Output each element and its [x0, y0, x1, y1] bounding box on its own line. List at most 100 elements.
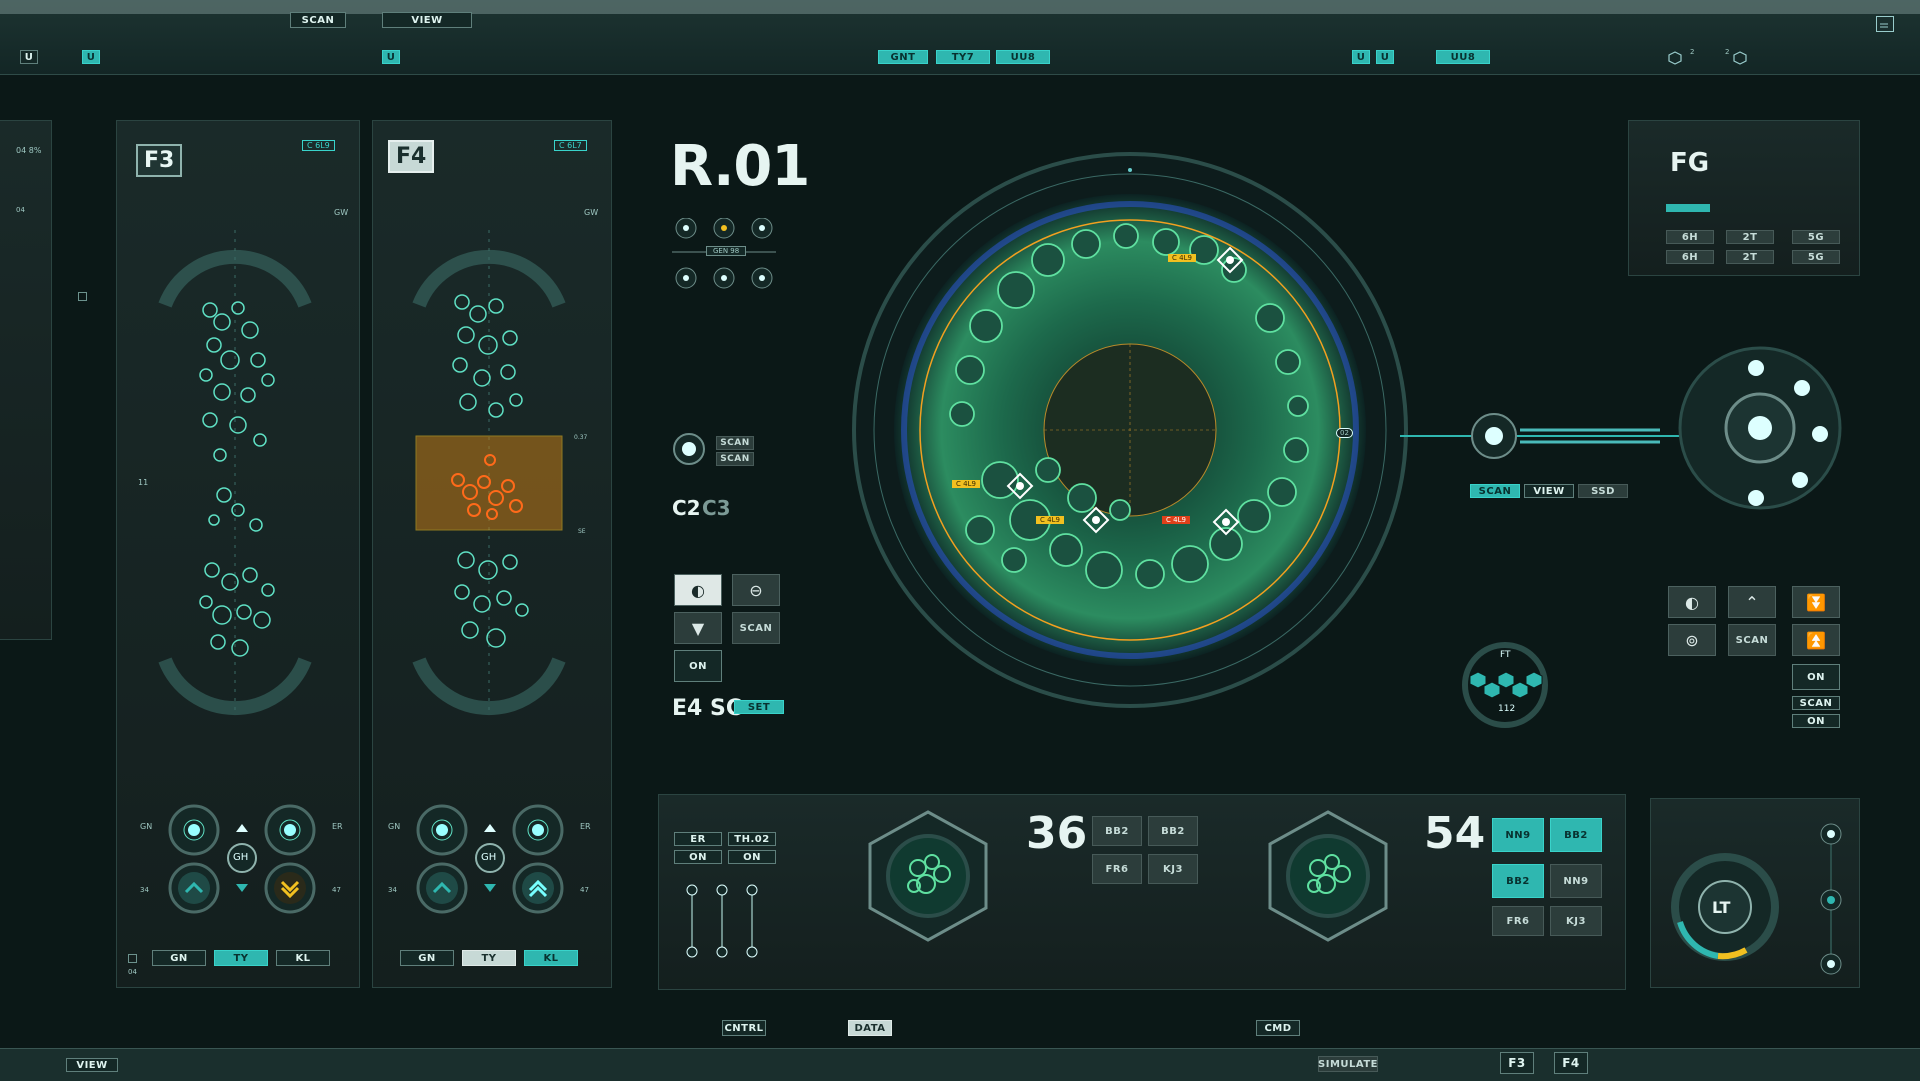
- panel-f4-tab-ty[interactable]: TY: [462, 950, 516, 966]
- right-overlap-button[interactable]: ⊚: [1668, 624, 1716, 656]
- right-grid-2t-1[interactable]: 2T: [1726, 230, 1774, 244]
- bottom-code-b3[interactable]: BB2: [1492, 864, 1544, 898]
- scope-target-marker-3[interactable]: [1212, 508, 1240, 536]
- right-grid-5g-1[interactable]: 5G: [1792, 230, 1840, 244]
- center-c2: C2: [672, 496, 701, 520]
- panel-f3-gh-dial-cluster[interactable]: [160, 800, 340, 920]
- bottom-code-b5[interactable]: FR6: [1492, 906, 1544, 936]
- top-strip: [0, 0, 1920, 14]
- right-scan-button-3[interactable]: SCAN: [1792, 696, 1840, 710]
- panel-f4-er-label: ER: [580, 822, 591, 831]
- top-u-button-3[interactable]: U: [382, 50, 400, 64]
- left-checkbox[interactable]: [78, 292, 87, 301]
- right-lt-label: LT: [1712, 898, 1731, 917]
- overlap-circles-icon: ⊚: [1685, 630, 1699, 650]
- bottom-cmd-button[interactable]: CMD: [1256, 1020, 1300, 1036]
- center-target-knob[interactable]: [672, 432, 706, 466]
- right-fg-bar: [1666, 204, 1710, 212]
- bottom-f4-tab[interactable]: F4: [1554, 1052, 1588, 1074]
- right-scan-button[interactable]: SCAN: [1470, 484, 1520, 498]
- center-scan-button-2[interactable]: SCAN: [716, 452, 754, 466]
- panel-f3-checkbox[interactable]: [128, 954, 137, 963]
- top-u-button-2[interactable]: U: [82, 50, 100, 64]
- scope-label-3: C 4L9: [1036, 516, 1064, 524]
- bottom-code-b4[interactable]: NN9: [1550, 864, 1602, 898]
- center-set-button[interactable]: SET: [734, 700, 784, 714]
- center-minus-button[interactable]: ⊖: [732, 574, 780, 606]
- panel-f3-tab-ty[interactable]: TY: [214, 950, 268, 966]
- scope-target-marker-1[interactable]: [1006, 472, 1034, 500]
- bottom-code-b2[interactable]: BB2: [1550, 818, 1602, 852]
- right-grid-6h-2[interactable]: 6H: [1666, 250, 1714, 264]
- bottom-data-button[interactable]: DATA: [848, 1020, 892, 1036]
- right-on-button-2[interactable]: ON: [1792, 714, 1840, 728]
- right-up-circle-button[interactable]: ⌃: [1728, 586, 1776, 618]
- right-double-down-button[interactable]: ⏬: [1792, 586, 1840, 618]
- bottom-simulate-button[interactable]: SIMULATE: [1318, 1056, 1378, 1072]
- right-on-button-1[interactable]: ON: [1792, 664, 1840, 690]
- center-on-button[interactable]: ON: [674, 650, 722, 682]
- center-scan-button-3[interactable]: SCAN: [732, 612, 780, 644]
- hex-icon-right[interactable]: [1733, 50, 1747, 65]
- center-down-button[interactable]: ▼: [674, 612, 722, 644]
- bottom-code-a1[interactable]: BB2: [1092, 816, 1142, 846]
- tab-uu8[interactable]: UU8: [996, 50, 1050, 64]
- bottom-view-button[interactable]: VIEW: [66, 1058, 118, 1072]
- panel-f4-34: 34: [388, 886, 397, 894]
- top-count-left: 2: [1690, 48, 1695, 56]
- right-view-button[interactable]: VIEW: [1524, 484, 1574, 498]
- bottom-code-a2[interactable]: BB2: [1148, 816, 1198, 846]
- right-grid-2t-2[interactable]: 2T: [1726, 250, 1774, 264]
- bottom-code-a3[interactable]: FR6: [1092, 854, 1142, 884]
- tab-uu8-right[interactable]: UU8: [1436, 50, 1490, 64]
- tab-ty7[interactable]: TY7: [936, 50, 990, 64]
- right-scan-button-2[interactable]: SCAN: [1728, 624, 1776, 656]
- panel-f4-gh: GH: [481, 852, 497, 863]
- hex-icon-left[interactable]: [1668, 50, 1682, 65]
- panel-f3-tab-kl[interactable]: KL: [276, 950, 330, 966]
- right-orbit-node[interactable]: [1672, 340, 1848, 516]
- right-grid-6h-1[interactable]: 6H: [1666, 230, 1714, 244]
- right-double-up-button[interactable]: ⏫: [1792, 624, 1840, 656]
- bottom-on-button-2[interactable]: ON: [728, 850, 776, 864]
- tab-gnt[interactable]: GNT: [878, 50, 928, 64]
- bottom-code-b1[interactable]: NN9: [1492, 818, 1544, 852]
- panel-f4-tab-gn[interactable]: GN: [400, 950, 454, 966]
- panel-f3-code: C 6L9: [302, 140, 335, 151]
- bottom-code-b6[interactable]: KJ3: [1550, 906, 1602, 936]
- scope-target-marker-4[interactable]: [1216, 246, 1244, 274]
- panel-f4-cell-column: [404, 210, 574, 730]
- panel-f4-tag: F4: [388, 140, 435, 173]
- bottom-cntrl-button[interactable]: CNTRL: [722, 1020, 766, 1036]
- scope-target-marker-2[interactable]: [1082, 506, 1110, 534]
- right-node-rail[interactable]: [1816, 820, 1846, 980]
- top-u-button-5[interactable]: U: [1376, 50, 1394, 64]
- panel-f3-tab-gn[interactable]: GN: [152, 950, 206, 966]
- panel-f4-gh-dial-cluster[interactable]: [408, 800, 588, 920]
- right-ssd-button[interactable]: SSD: [1578, 484, 1628, 498]
- center-contrast-button[interactable]: ◐: [674, 574, 722, 606]
- bottom-sliders[interactable]: [682, 880, 762, 960]
- top-scan-button[interactable]: SCAN: [290, 12, 346, 28]
- right-grid-5g-2[interactable]: 5G: [1792, 250, 1840, 264]
- center-dial-row[interactable]: [672, 217, 776, 294]
- bottom-on-button-1[interactable]: ON: [674, 850, 722, 864]
- right-contrast-button[interactable]: ◐: [1668, 586, 1716, 618]
- menu-icon[interactable]: [1876, 16, 1894, 32]
- top-u-button-4[interactable]: U: [1352, 50, 1370, 64]
- bottom-er-button[interactable]: ER: [674, 832, 722, 846]
- center-c3: C3: [702, 496, 731, 520]
- bottom-th02-button[interactable]: TH.02: [728, 832, 776, 846]
- top-u-button-1[interactable]: U: [20, 50, 38, 64]
- bottom-count-36: 36: [1026, 808, 1088, 859]
- top-view-button[interactable]: VIEW: [382, 12, 472, 28]
- scope-label-4: C 4L9: [1162, 516, 1190, 524]
- panel-f4-47: 47: [580, 886, 589, 894]
- left-edge-percent: 04 8%: [16, 146, 42, 155]
- contrast-icon: ◐: [691, 580, 705, 600]
- panel-f4-tab-kl[interactable]: KL: [524, 950, 578, 966]
- center-scan-button-1[interactable]: SCAN: [716, 436, 754, 450]
- bottom-code-a4[interactable]: KJ3: [1148, 854, 1198, 884]
- right-fg-title: FG: [1670, 148, 1710, 178]
- bottom-f3-tab[interactable]: F3: [1500, 1052, 1534, 1074]
